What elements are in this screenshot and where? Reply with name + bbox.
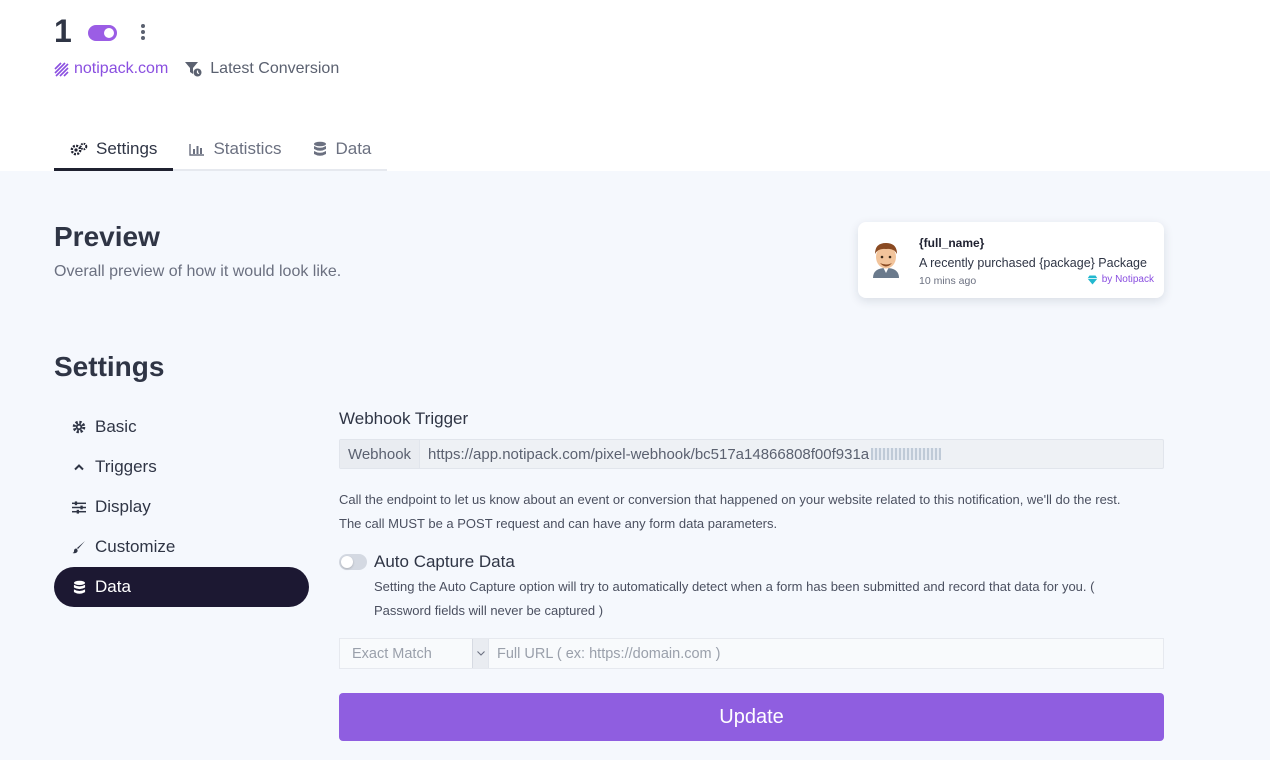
notification-name: {full_name} [919,236,985,250]
auto-capture-description: Setting the Auto Capture option will try… [374,579,1095,618]
notification-type: Latest Conversion [184,60,339,78]
database-icon [314,141,327,156]
auto-capture-toggle[interactable] [339,554,367,570]
url-input[interactable] [489,639,1163,668]
notification-meta: notipack.com Latest Conversion [54,58,339,80]
match-type-value: Exact Match [352,645,432,662]
type-label: Latest Conversion [210,60,340,77]
sidebar-item-basic[interactable]: Basic [54,407,309,447]
preview-subtitle: Overall preview of how it would look lik… [54,263,342,280]
sidebar-item-label: Display [95,497,151,516]
branding-link[interactable]: by Notipack [1087,274,1154,285]
notification-title: 1 [54,13,72,49]
sidebar-item-display[interactable]: Display [54,487,309,527]
notification-text: A recently purchased {package} Package [919,256,1147,270]
auto-capture-label: Auto Capture Data [374,552,515,571]
webhook-url-field[interactable]: Webhook https://app.notipack.com/pixel-w… [339,439,1164,469]
brush-icon [72,540,86,554]
sidebar-item-label: Triggers [95,457,157,476]
sidebar-item-label: Basic [95,417,137,436]
tab-settings-label: Settings [96,138,158,158]
webhook-url-text: https://app.notipack.com/pixel-webhook/b… [428,445,870,463]
branding-label: by Notipack [1101,274,1154,285]
redacted-token [871,448,942,460]
gear-icon [72,420,86,434]
webhook-trigger-label: Webhook Trigger [339,409,469,428]
diamond-icon [1087,275,1098,284]
enabled-toggle[interactable] [88,25,117,41]
domain-label: notipack.com [74,60,169,77]
update-button[interactable]: Update [339,693,1164,741]
stripes-icon [54,61,69,77]
webhook-description-line: The call MUST be a POST request and can … [339,516,778,531]
webhook-description-line: Call the endpoint to let us know about a… [339,492,1121,507]
notification-preview: {full_name} A recently purchased {packag… [858,222,1164,298]
tab-settings[interactable]: Settings [54,129,174,171]
sidebar-item-data[interactable]: Data [54,567,309,607]
url-match-row: Exact Match [339,638,1164,669]
preview-heading: Preview [54,221,160,252]
webhook-prefix: Webhook [340,440,420,468]
tab-statistics-label: Statistics [213,139,282,158]
tab-bar: Settings Statistics Data [54,129,388,171]
avatar [873,243,899,278]
notification-time: 10 mins ago [919,275,977,287]
domain-link[interactable]: notipack.com [54,60,168,78]
settings-sidebar: Basic Triggers Display Customize Data [54,407,309,607]
tab-data-label: Data [335,139,372,158]
funnel-icon [185,62,202,77]
gears-icon [70,142,88,155]
settings-heading: Settings [54,351,165,382]
bar-chart-icon [189,143,205,156]
tab-statistics[interactable]: Statistics [173,129,297,169]
match-type-select[interactable]: Exact Match [340,639,489,668]
sidebar-item-label: Customize [95,537,176,556]
sidebar-item-label: Data [95,577,131,596]
toggle-knob [341,556,353,568]
chevron-up-icon [72,463,86,471]
database-icon [72,580,86,595]
webhook-description: Call the endpoint to let us know about a… [339,488,1169,536]
toggle-knob [104,28,114,38]
tab-data[interactable]: Data [297,129,387,169]
chevron-down-icon [472,639,488,668]
sidebar-item-customize[interactable]: Customize [54,527,309,567]
sidebar-item-triggers[interactable]: Triggers [54,447,309,487]
sliders-icon [72,500,86,514]
more-options-icon[interactable] [136,22,150,44]
webhook-url[interactable]: https://app.notipack.com/pixel-webhook/b… [420,440,1163,468]
